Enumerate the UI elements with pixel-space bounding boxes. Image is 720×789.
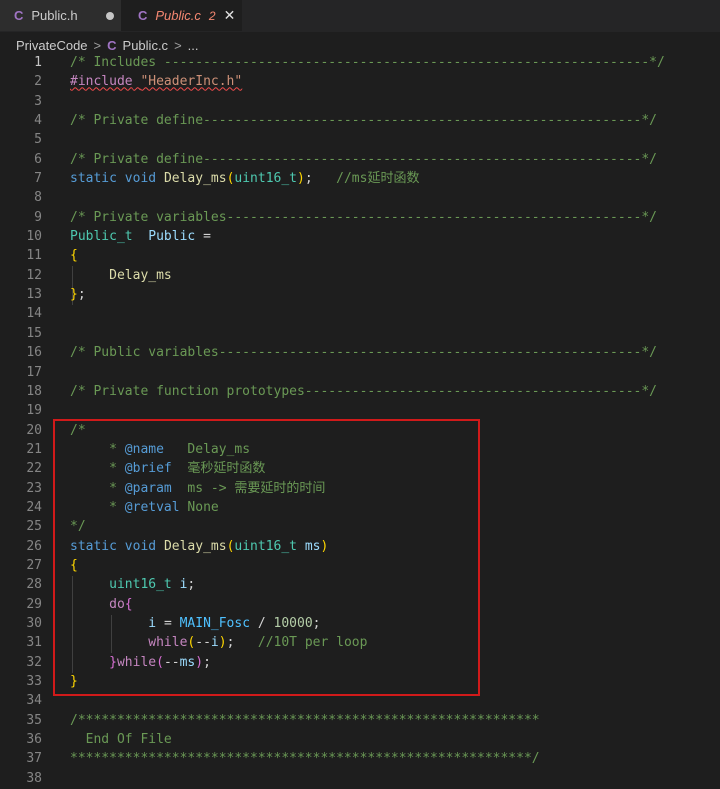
code-line: 37 **************************************… [0, 749, 720, 768]
comment: /***************************************… [70, 712, 540, 728]
highlight-annotation-box [53, 419, 480, 696]
line-number: 21 [26, 441, 42, 457]
line-number: 34 [26, 693, 42, 709]
code-line: 10 Public_t Public = [0, 227, 720, 246]
code-line: 9 /* Private variables-------------------… [0, 208, 720, 227]
line-number: 4 [34, 113, 42, 129]
line-number: 37 [26, 751, 42, 767]
close-icon[interactable]: ✕ [224, 7, 236, 24]
line-number: 18 [26, 383, 42, 399]
line-number: 36 [26, 732, 42, 748]
tab-label: Public.h [31, 8, 78, 23]
comment: End Of File [70, 732, 172, 748]
line-number: 25 [26, 519, 42, 535]
chevron-right-icon: > [174, 37, 182, 53]
breadcrumb-more[interactable]: ... [188, 38, 199, 53]
line-number: 38 [26, 770, 42, 786]
code-line: 17 [0, 363, 720, 382]
tab-public-h[interactable]: C Public.h [0, 0, 122, 31]
string-literal: "HeaderInc.h" [140, 74, 243, 90]
c-file-icon: C [107, 37, 117, 53]
code-line: 8 [0, 188, 720, 207]
code-line: 4 /* Private define----------------------… [0, 111, 720, 130]
line-number: 2 [34, 74, 42, 90]
line-number: 27 [26, 557, 42, 573]
line-number: 23 [26, 480, 42, 496]
comment: /* Private variables--------------------… [70, 209, 657, 225]
comment: //ms延时函数 [336, 171, 420, 187]
line-number: 3 [34, 93, 42, 109]
breadcrumb-file[interactable]: Public.c [123, 38, 169, 53]
line-number: 10 [26, 229, 42, 245]
function-name: Delay_ms [109, 267, 172, 283]
comment: /* Private define-----------------------… [70, 151, 657, 167]
code-line: 18 /* Private function prototypes--------… [0, 382, 720, 401]
code-line: 6 /* Private define----------------------… [0, 150, 720, 169]
code-line: 12 Delay_ms [0, 266, 720, 285]
line-number: 14 [26, 306, 42, 322]
line-number: 6 [34, 151, 42, 167]
line-number: 20 [26, 422, 42, 438]
comment: /* Includes ----------------------------… [70, 55, 665, 70]
line-number: 32 [26, 654, 42, 670]
code-line: 15 [0, 324, 720, 343]
preprocessor-directive: #include [70, 74, 133, 90]
line-number: 31 [26, 635, 42, 651]
comment: /* Private define-----------------------… [70, 113, 657, 129]
line-number: 8 [34, 190, 42, 206]
c-file-icon: C [14, 8, 24, 23]
code-line: 7 static void Delay_ms(uint16_t); //ms延时函… [0, 169, 720, 188]
code-line: 13}; [0, 285, 720, 304]
type-name: uint16_t [234, 171, 298, 187]
code-line: 16 /* Public variables-------------------… [0, 343, 720, 362]
code-line: 38 [0, 769, 720, 788]
code-line: 36 End Of File [0, 730, 720, 749]
chevron-right-icon: > [93, 37, 102, 53]
code-line: 35 /*************************************… [0, 711, 720, 730]
line-number: 35 [26, 712, 42, 728]
breadcrumb-folder[interactable]: PrivateCode [16, 38, 88, 53]
line-number: 1 [34, 55, 42, 70]
code-line: 2 #include "HeaderInc.h" [0, 72, 720, 91]
line-number: 9 [34, 209, 42, 225]
line-number: 5 [34, 132, 42, 148]
line-number: 24 [26, 499, 42, 515]
problem-count-badge: 2 [208, 8, 216, 23]
line-number: 30 [26, 615, 42, 631]
line-number: 22 [26, 461, 42, 477]
type-name: Public_t [70, 229, 133, 245]
line-number: 12 [26, 267, 42, 283]
code-line: 5 [0, 130, 720, 149]
line-number: 13 [26, 287, 42, 303]
comment: /* Private function prototypes----------… [70, 383, 657, 399]
line-number: 28 [26, 577, 42, 593]
comment: /* Public variables---------------------… [70, 345, 657, 361]
line-number: 33 [26, 674, 42, 689]
tab-public-c[interactable]: C Public.c 2 ✕ [122, 0, 242, 31]
variable-name: Public [148, 229, 196, 245]
line-number: 15 [26, 325, 42, 341]
comment: ****************************************… [70, 751, 540, 767]
line-number: 7 [34, 171, 42, 187]
keyword: void [124, 171, 157, 187]
code-line: 14 [0, 304, 720, 323]
keyword: static [70, 171, 117, 187]
code-line: 11{ [0, 246, 720, 265]
code-line: 3 [0, 92, 720, 111]
line-number: 19 [26, 403, 42, 419]
function-name: Delay_ms [163, 171, 227, 187]
line-number: 29 [26, 596, 42, 612]
code-line: 1 /* Includes ---------------------------… [0, 53, 720, 72]
line-number: 11 [26, 248, 42, 264]
c-file-icon: C [138, 8, 148, 23]
line-number: 16 [26, 345, 42, 361]
tab-bar: C Public.h C Public.c 2 ✕ [0, 0, 720, 32]
tab-label: Public.c [155, 8, 201, 23]
unsaved-dot-icon[interactable] [105, 11, 114, 20]
line-number: 17 [26, 364, 42, 380]
line-number: 26 [26, 538, 42, 554]
code-line: 19 [0, 401, 720, 420]
